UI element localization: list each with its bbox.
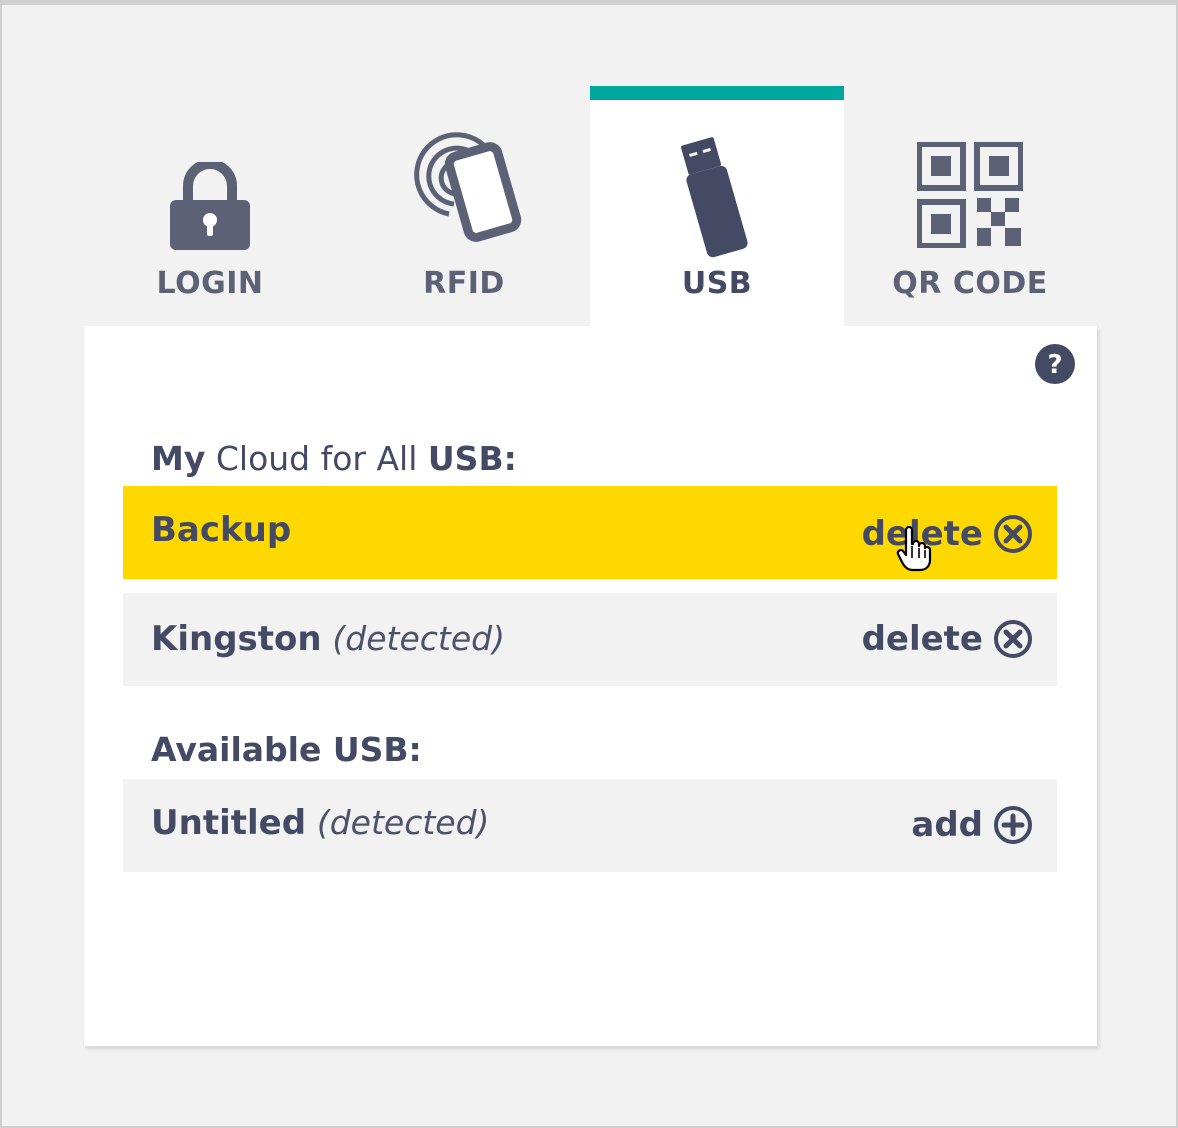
usb-row-kingston[interactable]: Kingston (detected) delete <box>123 593 1057 686</box>
title-part: My <box>151 439 206 478</box>
usb-row-name: Backup <box>151 510 291 550</box>
hand-cursor-icon <box>896 526 932 572</box>
delete-button[interactable]: delete <box>862 514 1033 554</box>
svg-text:?: ? <box>1047 350 1062 380</box>
usb-name: Untitled <box>151 803 307 843</box>
title-part: Cloud for All <box>215 439 418 478</box>
tab-label: RFID <box>423 266 505 301</box>
usb-row-name: Untitled (detected) <box>151 803 489 843</box>
usb-row-untitled[interactable]: Untitled (detected) add <box>123 779 1057 872</box>
usb-name: Backup <box>151 510 292 550</box>
tab-login[interactable]: LOGIN <box>83 86 337 330</box>
delete-button[interactable]: delete <box>862 619 1033 659</box>
usb-note: (detected) <box>332 619 505 658</box>
title-part: USB: <box>427 439 517 478</box>
close-circle-icon <box>994 515 1032 553</box>
available-usb-title: Available USB: <box>151 730 422 769</box>
add-label: add <box>911 805 983 845</box>
tab-rfid[interactable]: RFID <box>337 86 591 330</box>
qr-code-icon <box>917 142 1023 248</box>
usb-note: (detected) <box>316 803 490 842</box>
delete-label: delete <box>861 619 983 659</box>
tab-label: LOGIN <box>156 266 264 301</box>
close-circle-icon <box>994 620 1032 658</box>
tab-label: QR CODE <box>892 266 1048 301</box>
usb-name: Kingston <box>151 619 322 659</box>
add-circle-icon <box>994 806 1032 844</box>
usb-drive-icon <box>681 137 748 258</box>
tab-qr-code[interactable]: QR CODE <box>843 86 1097 330</box>
usb-panel: ? My Cloud for All USB: Backup delete Ki… <box>84 326 1097 1046</box>
rfid-card-icon <box>414 132 522 242</box>
help-icon[interactable]: ? <box>1035 344 1075 384</box>
lock-icon <box>170 162 250 250</box>
my-usb-title: My Cloud for All USB: <box>151 439 517 478</box>
add-button[interactable]: add <box>911 805 1033 845</box>
tab-usb[interactable]: USB <box>590 86 844 330</box>
tab-label: USB <box>681 266 753 301</box>
usb-row-name: Kingston (detected) <box>151 619 505 659</box>
